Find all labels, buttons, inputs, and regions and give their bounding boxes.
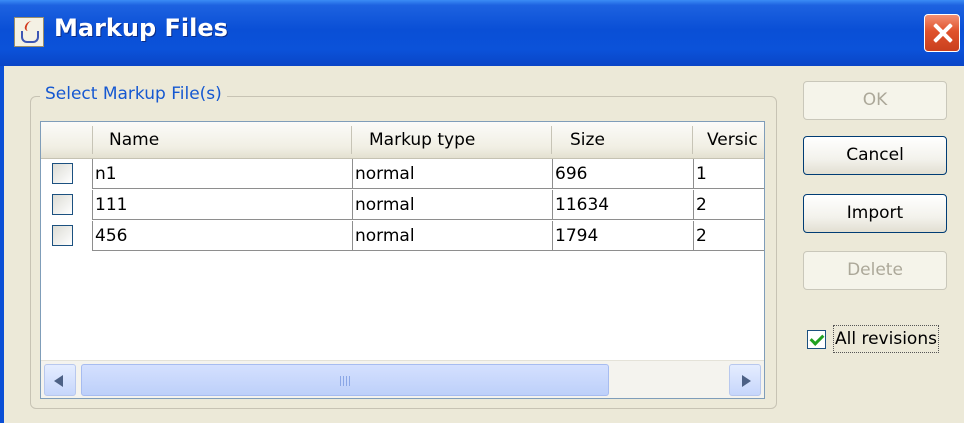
cell-version: 1 <box>693 159 764 189</box>
scrollbar-thumb[interactable] <box>81 364 609 396</box>
import-button[interactable]: Import <box>803 194 947 233</box>
all-revisions-checkbox[interactable] <box>807 330 826 349</box>
cell-size: 11634 <box>552 190 693 220</box>
table-header: Name Markup type Size Versic <box>41 122 764 159</box>
column-header-size[interactable]: Size <box>552 122 692 158</box>
table-row[interactable]: 111 normal 11634 2 <box>41 190 764 221</box>
cell-markup-type: normal <box>352 159 552 189</box>
table-row[interactable]: n1 normal 696 1 <box>41 159 764 190</box>
title-bar[interactable]: Markup Files <box>0 0 964 66</box>
close-icon[interactable] <box>924 14 960 52</box>
cancel-button[interactable]: Cancel <box>803 136 947 175</box>
cell-markup-type: normal <box>352 190 552 220</box>
column-header-markup-type[interactable]: Markup type <box>352 122 551 158</box>
all-revisions-label[interactable]: All revisions <box>833 325 939 353</box>
column-header-version[interactable]: Versic <box>693 122 764 158</box>
ok-button[interactable]: OK <box>803 81 947 120</box>
cell-version: 2 <box>693 221 764 251</box>
row-checkbox[interactable] <box>52 163 73 184</box>
row-checkbox[interactable] <box>52 225 73 246</box>
table-row[interactable]: 456 normal 1794 2 <box>41 221 764 252</box>
chevron-left-icon[interactable] <box>44 364 76 396</box>
delete-button[interactable]: Delete <box>803 251 947 290</box>
cell-name: 456 <box>92 221 352 251</box>
cell-version: 2 <box>693 190 764 220</box>
group-title: Select Markup File(s) <box>40 84 227 104</box>
window-border <box>0 66 4 423</box>
cell-size: 1794 <box>552 221 693 251</box>
markup-files-table: Name Markup type Size Versic n1 normal 6… <box>40 121 765 399</box>
cell-name: 111 <box>92 190 352 220</box>
column-header-name[interactable]: Name <box>93 122 351 158</box>
chevron-right-icon[interactable] <box>729 364 761 396</box>
column-header-select[interactable] <box>41 122 92 158</box>
cell-markup-type: normal <box>352 221 552 251</box>
markup-files-dialog: Markup Files Select Markup File(s) Name … <box>0 0 964 423</box>
window-title: Markup Files <box>54 14 228 42</box>
java-icon <box>14 17 44 47</box>
row-checkbox[interactable] <box>52 194 73 215</box>
cell-name: n1 <box>92 159 352 189</box>
horizontal-scrollbar[interactable] <box>41 360 764 398</box>
cell-size: 696 <box>552 159 693 189</box>
